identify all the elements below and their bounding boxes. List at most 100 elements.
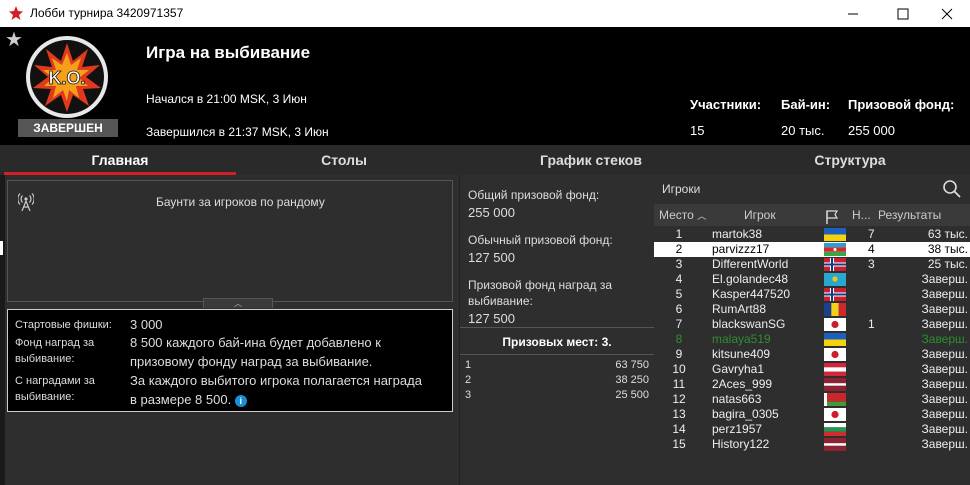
player-name: kitsune409 — [712, 347, 771, 361]
player-row[interactable]: 7 blackswanSG 1 Заверш. — [654, 317, 970, 332]
payout-amount: 25 500 — [615, 389, 649, 401]
flag-icon[interactable] — [825, 209, 839, 224]
player-row[interactable]: 14 perz1957 Заверш. — [654, 422, 970, 437]
player-knockouts: 7 — [868, 227, 875, 241]
bounty-value: За каждого выбитого игрока полагается на… — [130, 373, 422, 407]
magnifier-icon[interactable] — [942, 179, 962, 199]
player-row[interactable]: 9 kitsune409 Заверш. — [654, 347, 970, 362]
title-bar: Лобби турнира 3420971357 — [0, 0, 970, 27]
player-place: 15 — [672, 437, 686, 451]
maximize-button[interactable] — [880, 0, 926, 27]
player-name: malaya519 — [712, 332, 771, 346]
player-row[interactable]: 1 martok38 7 63 тыс. — [654, 227, 970, 242]
player-place: 2 — [675, 242, 683, 256]
tab-tables[interactable]: Столы — [240, 145, 448, 175]
player-name: RumArt88 — [712, 302, 767, 316]
player-row[interactable]: 13 bagira_0305 Заверш. — [654, 407, 970, 422]
player-knockouts: 1 — [868, 317, 875, 331]
player-name: blackswanSG — [712, 317, 786, 331]
description-text: Баунти за игроков по рандому — [156, 195, 325, 209]
bounty-label: С наградами за выбивание: — [15, 375, 95, 403]
close-icon — [941, 8, 953, 19]
player-row[interactable]: 11 2Aces_999 Заверш. — [654, 377, 970, 392]
player-result: Заверш. — [921, 347, 968, 361]
star-icon[interactable]: ★ — [5, 30, 23, 50]
paid-places: Призовых мест: 3. — [460, 327, 654, 355]
column-player[interactable]: Игрок — [744, 204, 776, 226]
player-name: martok38 — [712, 227, 763, 241]
broadcast-antenna-icon — [18, 193, 34, 211]
column-results[interactable]: Результаты — [878, 204, 941, 226]
buyin-value: 20 тыс. — [781, 123, 825, 138]
player-name: parvizzz17 — [712, 242, 770, 256]
players-panel: Игроки Место ︿ Игрок Н... Результаты 1 ma… — [654, 175, 970, 485]
player-result: Заверш. — [921, 362, 968, 376]
tab-stack-chart[interactable]: График стеков — [478, 145, 704, 175]
participants-value: 15 — [690, 123, 705, 138]
info-panel: Стартовые фишки: 3 000 Фонд наград за вы… — [7, 309, 453, 412]
description-panel: Баунти за игроков по рандому ︿ — [7, 180, 453, 308]
player-result: Заверш. — [921, 317, 968, 331]
end-time: Завершился в 21:37 MSK, 3 Июн — [146, 125, 329, 139]
tab-structure[interactable]: Структура — [730, 145, 970, 175]
player-place: 10 — [672, 362, 686, 376]
tab-main[interactable]: Главная — [4, 145, 236, 175]
player-row[interactable]: 6 RumArt88 Заверш. — [654, 302, 970, 317]
player-place: 9 — [675, 347, 683, 361]
player-row[interactable]: 8 malaya519 Заверш. — [654, 332, 970, 347]
country-flag-icon — [824, 333, 846, 346]
player-result: Заверш. — [921, 422, 968, 436]
player-name: perz1957 — [712, 422, 763, 436]
player-row[interactable]: 15 History122 Заверш. — [654, 437, 970, 452]
info-icon[interactable]: i — [234, 394, 247, 407]
player-place: 12 — [672, 392, 686, 406]
minimize-button[interactable] — [830, 0, 876, 27]
country-flag-icon — [824, 288, 846, 301]
minimize-icon — [848, 13, 858, 14]
total-prize-value: 255 000 — [468, 205, 515, 220]
player-row[interactable]: 12 natas663 Заверш. — [654, 392, 970, 407]
player-result: Заверш. — [921, 407, 968, 421]
player-row[interactable]: 2 parvizzz17 4 38 тыс. — [654, 242, 970, 257]
starting-chips-value: 3 000 — [130, 317, 163, 332]
player-knockouts: 3 — [868, 257, 875, 271]
payout-amount: 63 750 — [615, 359, 649, 371]
country-flag-icon — [824, 423, 846, 436]
regular-prize-value: 127 500 — [468, 250, 515, 265]
player-result: Заверш. — [921, 377, 968, 391]
prize-panel: Общий призовой фонд: 255 000 Обычный при… — [459, 175, 654, 485]
sort-ascending-icon: ︿ — [697, 211, 707, 221]
player-row[interactable]: 5 Kasper447520 Заверш. — [654, 287, 970, 302]
player-result: Заверш. — [921, 437, 968, 451]
player-result: Заверш. — [921, 392, 968, 406]
player-row[interactable]: 10 Gavryha1 Заверш. — [654, 362, 970, 377]
player-result: Заверш. — [921, 302, 968, 316]
player-place: 14 — [672, 422, 686, 436]
player-name: Kasper447520 — [712, 287, 791, 301]
player-place: 4 — [675, 272, 683, 286]
players-table-header: Место ︿ Игрок Н... Результаты — [654, 204, 970, 226]
main-content: Баунти за игроков по рандому ︿ Стартовые… — [0, 175, 970, 485]
player-place: 11 — [672, 377, 686, 391]
close-button[interactable] — [924, 0, 970, 27]
collapse-button[interactable]: ︿ — [203, 298, 273, 308]
status-badge: ЗАВЕРШЕН — [18, 119, 118, 137]
prizepool-label: Призовой фонд: — [848, 97, 955, 112]
ko-logo-text: K.O. — [48, 68, 85, 88]
country-flag-icon — [824, 228, 846, 241]
bounty-prize-label: Призовой фонд наград за выбивание: — [468, 278, 613, 308]
country-flag-icon — [824, 318, 846, 331]
participants-label: Участники: — [690, 97, 762, 112]
player-row[interactable]: 3 DifferentWorld 3 25 тыс. — [654, 257, 970, 272]
payout-row: 2 38 250 — [460, 374, 654, 389]
player-search-input[interactable]: Игроки — [662, 182, 700, 196]
column-place[interactable]: Место ︿ — [659, 204, 706, 226]
player-row[interactable]: 4 El.golandec48 Заверш. — [654, 272, 970, 287]
column-knockouts[interactable]: Н... — [852, 204, 871, 226]
player-place: 1 — [675, 227, 683, 241]
player-name: 2Aces_999 — [712, 377, 773, 391]
player-result: 63 тыс. — [927, 227, 968, 241]
country-flag-icon — [824, 243, 846, 256]
tournament-name: Игра на выбивание — [146, 43, 311, 62]
regular-prize-label: Обычный призовой фонд: — [468, 233, 613, 247]
